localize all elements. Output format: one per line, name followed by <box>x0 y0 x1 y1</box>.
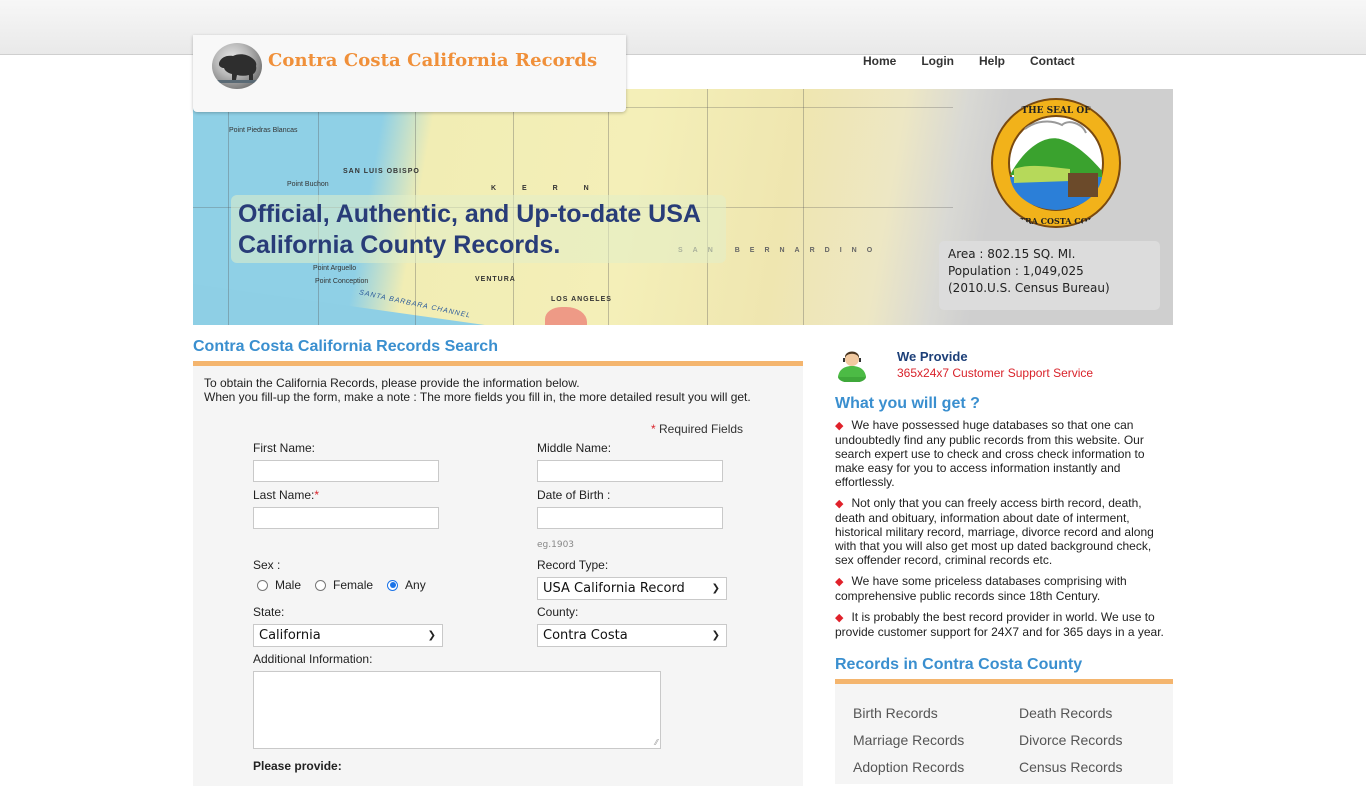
records-links-panel: Birth Records Death Records Marriage Rec… <box>835 679 1173 784</box>
svg-text:CONTRA COSTA COUNTY: CONTRA COSTA COUNTY <box>998 216 1113 226</box>
benefit-text: Not only that you can freely access birt… <box>835 496 1154 567</box>
sex-male-radio[interactable] <box>257 579 268 591</box>
benefit-item: ◆ We have some priceless databases compri… <box>835 574 1165 603</box>
nav-home[interactable]: Home <box>863 54 896 68</box>
sex-male-label[interactable]: Male <box>275 578 301 592</box>
record-type-label: Record Type: <box>537 558 609 572</box>
first-name-input[interactable] <box>253 460 439 482</box>
required-note-text: Required Fields <box>659 422 744 436</box>
benefit-item: ◆ Not only that you can freely access bir… <box>835 496 1165 567</box>
chevron-down-icon: ❯ <box>427 630 436 641</box>
what-you-get-title: What you will get ? <box>835 395 980 412</box>
sex-any-label[interactable]: Any <box>405 578 426 592</box>
county-seal-icon: THE SEAL OF CONTRA COSTA COUNTY <box>991 98 1121 228</box>
required-star: * <box>651 422 656 436</box>
chevron-down-icon: ❯ <box>711 583 720 594</box>
records-title: Records in Contra Costa County <box>835 656 1083 673</box>
state-label: State: <box>253 605 285 619</box>
headline-line-2: California County Records. <box>238 231 561 259</box>
chevron-down-icon: ❯ <box>711 630 720 641</box>
please-provide-label: Please provide: <box>253 759 342 773</box>
nav-help[interactable]: Help <box>979 54 1005 68</box>
stat-area: Area : 802.15 SQ. MI. <box>948 247 1076 261</box>
support-subtitle: 365x24x7 Customer Support Service <box>897 366 1094 380</box>
sex-label: Sex : <box>253 558 281 572</box>
map-label: VENTURA <box>475 276 516 283</box>
birth-records-link[interactable]: Birth Records <box>853 705 938 721</box>
map-label: Point Piedras Blancas <box>229 127 298 134</box>
map-la-region <box>545 307 587 325</box>
search-title: Contra Costa California Records Search <box>193 338 498 355</box>
last-name-input[interactable] <box>253 507 439 529</box>
intro-line-1: To obtain the California Records, please… <box>204 376 580 390</box>
dob-label: Date of Birth : <box>537 488 611 502</box>
dob-hint: eg.1903 <box>537 540 575 550</box>
support-title: We Provide <box>897 349 968 364</box>
record-type-value: USA California Record <box>543 581 685 596</box>
stat-population: Population : 1,049,025 <box>948 264 1084 278</box>
sex-female-radio[interactable] <box>315 579 327 591</box>
death-records-link[interactable]: Death Records <box>1019 705 1112 721</box>
marriage-records-link[interactable]: Marriage Records <box>853 732 964 748</box>
diamond-bullet-icon: ◆ <box>835 612 844 624</box>
required-note: * Required Fields <box>651 422 743 436</box>
map-label: Point Conception <box>315 278 369 285</box>
benefit-text: It is probably the best record provider … <box>835 610 1164 639</box>
county-stats: Area : 802.15 SQ. MI. Population : 1,049… <box>939 241 1160 310</box>
dob-input[interactable] <box>537 507 723 529</box>
california-bear-icon <box>212 43 262 89</box>
support-agent-icon <box>838 351 866 382</box>
county-select[interactable]: Contra Costa ❯ <box>537 624 727 647</box>
headline-line-1: Official, Authentic, and Up-to-date USA <box>238 200 701 228</box>
hero-banner-map: Point Piedras Blancas SAN LUIS OBISPO Po… <box>193 89 1173 325</box>
middle-name-label: Middle Name: <box>537 441 612 455</box>
search-form: To obtain the California Records, please… <box>193 361 803 786</box>
headline: Official, Authentic, and Up-to-date USA … <box>238 199 758 261</box>
diamond-bullet-icon: ◆ <box>835 498 844 510</box>
middle-name-input[interactable] <box>537 460 723 482</box>
benefit-text: We have some priceless databases compris… <box>835 574 1127 603</box>
diamond-bullet-icon: ◆ <box>835 576 844 588</box>
required-star: * <box>314 488 320 502</box>
nav-contact[interactable]: Contact <box>1030 54 1075 68</box>
resize-grip-icon[interactable]: ⁄⁄ <box>655 738 658 747</box>
additional-info-label: Additional Information: <box>253 652 373 666</box>
divorce-records-link[interactable]: Divorce Records <box>1019 732 1122 748</box>
map-label: Point Arguello <box>313 265 357 272</box>
sex-radio-group: Male Female Any <box>257 578 440 592</box>
site-title: Contra Costa California Records <box>268 50 598 71</box>
map-label: Point Buchon <box>287 181 329 188</box>
additional-info-textarea[interactable]: ⁄⁄ <box>253 671 661 749</box>
record-type-select[interactable]: USA California Record ❯ <box>537 577 727 600</box>
search-intro: To obtain the California Records, please… <box>204 376 751 404</box>
benefit-item: ◆ It is probably the best record provider… <box>835 610 1165 639</box>
map-label: SAN LUIS OBISPO <box>343 168 420 175</box>
census-records-link[interactable]: Census Records <box>1019 759 1123 775</box>
sex-any-radio[interactable] <box>387 579 399 591</box>
intro-line-2: When you fill-up the form, make a note :… <box>204 390 751 404</box>
sex-female-label[interactable]: Female <box>333 578 373 592</box>
map-label: LOS ANGELES <box>551 296 612 303</box>
last-name-label: Last Name:* <box>253 488 319 502</box>
county-value: Contra Costa <box>543 628 628 643</box>
main-nav: Home Login Help Contact <box>863 54 1100 68</box>
benefits-list: ◆ We have possessed huge databases so tha… <box>835 418 1165 646</box>
state-select[interactable]: California ❯ <box>253 624 443 647</box>
diamond-bullet-icon: ◆ <box>835 420 844 432</box>
last-name-label-text: Last Name: <box>253 488 315 502</box>
benefit-item: ◆ We have possessed huge databases so tha… <box>835 418 1165 489</box>
benefit-text: We have possessed huge databases so that… <box>835 418 1145 489</box>
county-label: County: <box>537 605 579 619</box>
stat-source: (2010.U.S. Census Bureau) <box>948 281 1110 295</box>
svg-text:THE SEAL OF: THE SEAL OF <box>1021 106 1091 116</box>
first-name-label: First Name: <box>253 441 316 455</box>
adoption-records-link[interactable]: Adoption Records <box>853 759 964 775</box>
state-value: California <box>259 628 321 643</box>
map-label: K E R N <box>491 185 601 192</box>
nav-login[interactable]: Login <box>921 54 954 68</box>
site-logo[interactable]: Contra Costa California Records <box>193 35 626 112</box>
